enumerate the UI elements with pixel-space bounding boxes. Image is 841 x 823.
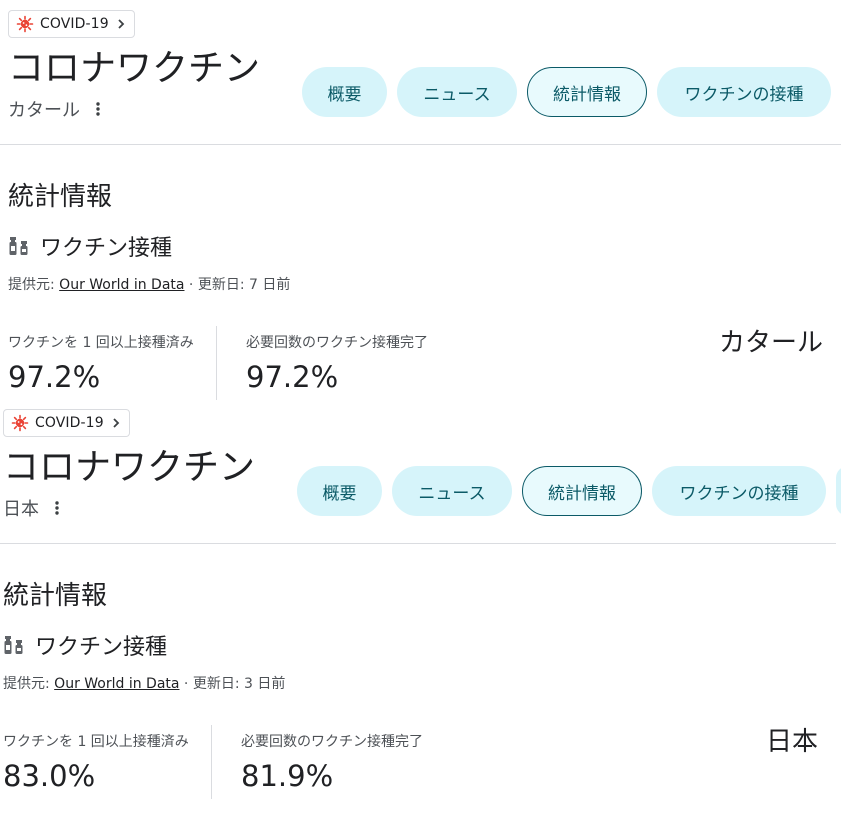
tab-vaccination[interactable]: ワクチンの接種 <box>652 466 826 516</box>
location-subtitle: 日本 <box>3 495 67 521</box>
stat-separator <box>211 725 212 799</box>
tab-statistics[interactable]: 統計情報 <box>527 67 647 117</box>
tab-vaccination[interactable]: ワクチンの接種 <box>657 67 831 117</box>
tab-news[interactable]: ニュース <box>392 466 512 516</box>
section-heading: 統計情報 <box>3 581 108 611</box>
source-link[interactable]: Our World in Data <box>54 676 179 692</box>
more-vert-icon[interactable] <box>47 498 67 518</box>
page-title: コロナワクチン <box>8 48 261 89</box>
covid-topic-chip[interactable]: COVID-19 <box>3 409 130 437</box>
covid-card-japan: COVID-19 コロナワクチン 日本 概要 ニュース 統計情報 ワクチンの接種… <box>0 399 841 819</box>
topic-tabs: 概要 ニュース 統計情報 ワクチンの接種 <box>302 67 841 117</box>
section-heading: 統計情報 <box>8 182 113 212</box>
country-label: カタール <box>718 328 823 358</box>
location-label: 日本 <box>3 499 39 520</box>
vaccination-title: ワクチン接種 <box>35 635 168 660</box>
vaccine-vials-icon <box>9 237 28 255</box>
location-label: カタール <box>8 100 80 121</box>
stat-fully-vaccinated-label: 必要回数のワクチン接種完了 <box>246 335 428 351</box>
location-subtitle: カタール <box>8 96 108 122</box>
tab-overview[interactable]: 概要 <box>297 466 382 516</box>
more-vert-icon[interactable] <box>88 99 108 119</box>
chip-label: COVID-19 <box>35 415 104 431</box>
chevron-right-icon <box>118 19 124 29</box>
source-link[interactable]: Our World in Data <box>59 277 184 293</box>
topic-tabs: 概要 ニュース 統計情報 ワクチンの接種 <box>297 466 841 516</box>
updated-text: · 更新日: 3 日前 <box>179 676 286 692</box>
source-prefix: 提供元: <box>3 676 55 692</box>
source-line: 提供元: Our World in Data · 更新日: 3 日前 <box>3 673 285 693</box>
chip-label: COVID-19 <box>40 16 109 32</box>
source-prefix: 提供元: <box>8 277 60 293</box>
divider <box>0 144 841 145</box>
virus-icon <box>16 15 34 33</box>
tab-overflow[interactable] <box>836 466 841 516</box>
stat-fully-vaccinated-label: 必要回数のワクチン接種完了 <box>241 734 423 750</box>
vaccination-header: ワクチン接種 <box>8 230 172 262</box>
updated-text: · 更新日: 7 日前 <box>184 277 291 293</box>
virus-icon <box>11 414 29 432</box>
chevron-right-icon <box>113 418 119 428</box>
vaccine-vials-icon <box>4 636 23 654</box>
tab-news[interactable]: ニュース <box>397 67 517 117</box>
divider <box>0 543 836 544</box>
stat-fully-vaccinated-value: 97.2% <box>246 360 339 394</box>
vaccination-header: ワクチン接種 <box>3 629 167 661</box>
stat-separator <box>216 326 217 400</box>
country-label: 日本 <box>765 727 818 757</box>
tab-overview[interactable]: 概要 <box>302 67 387 117</box>
vaccination-title: ワクチン接種 <box>40 236 173 261</box>
stat-one-dose-value: 97.2% <box>8 360 101 394</box>
covid-topic-chip[interactable]: COVID-19 <box>8 10 135 38</box>
stat-one-dose-label: ワクチンを 1 回以上接種済み <box>3 734 189 750</box>
stat-fully-vaccinated-value: 81.9% <box>241 759 334 793</box>
covid-card-qatar: COVID-19 コロナワクチン カタール 概要 ニュース 統計情報 ワクチンの… <box>0 0 841 420</box>
tab-statistics[interactable]: 統計情報 <box>522 466 642 516</box>
page-title: コロナワクチン <box>3 447 256 488</box>
source-line: 提供元: Our World in Data · 更新日: 7 日前 <box>8 274 290 294</box>
stat-one-dose-value: 83.0% <box>3 759 96 793</box>
stat-one-dose-label: ワクチンを 1 回以上接種済み <box>8 335 194 351</box>
